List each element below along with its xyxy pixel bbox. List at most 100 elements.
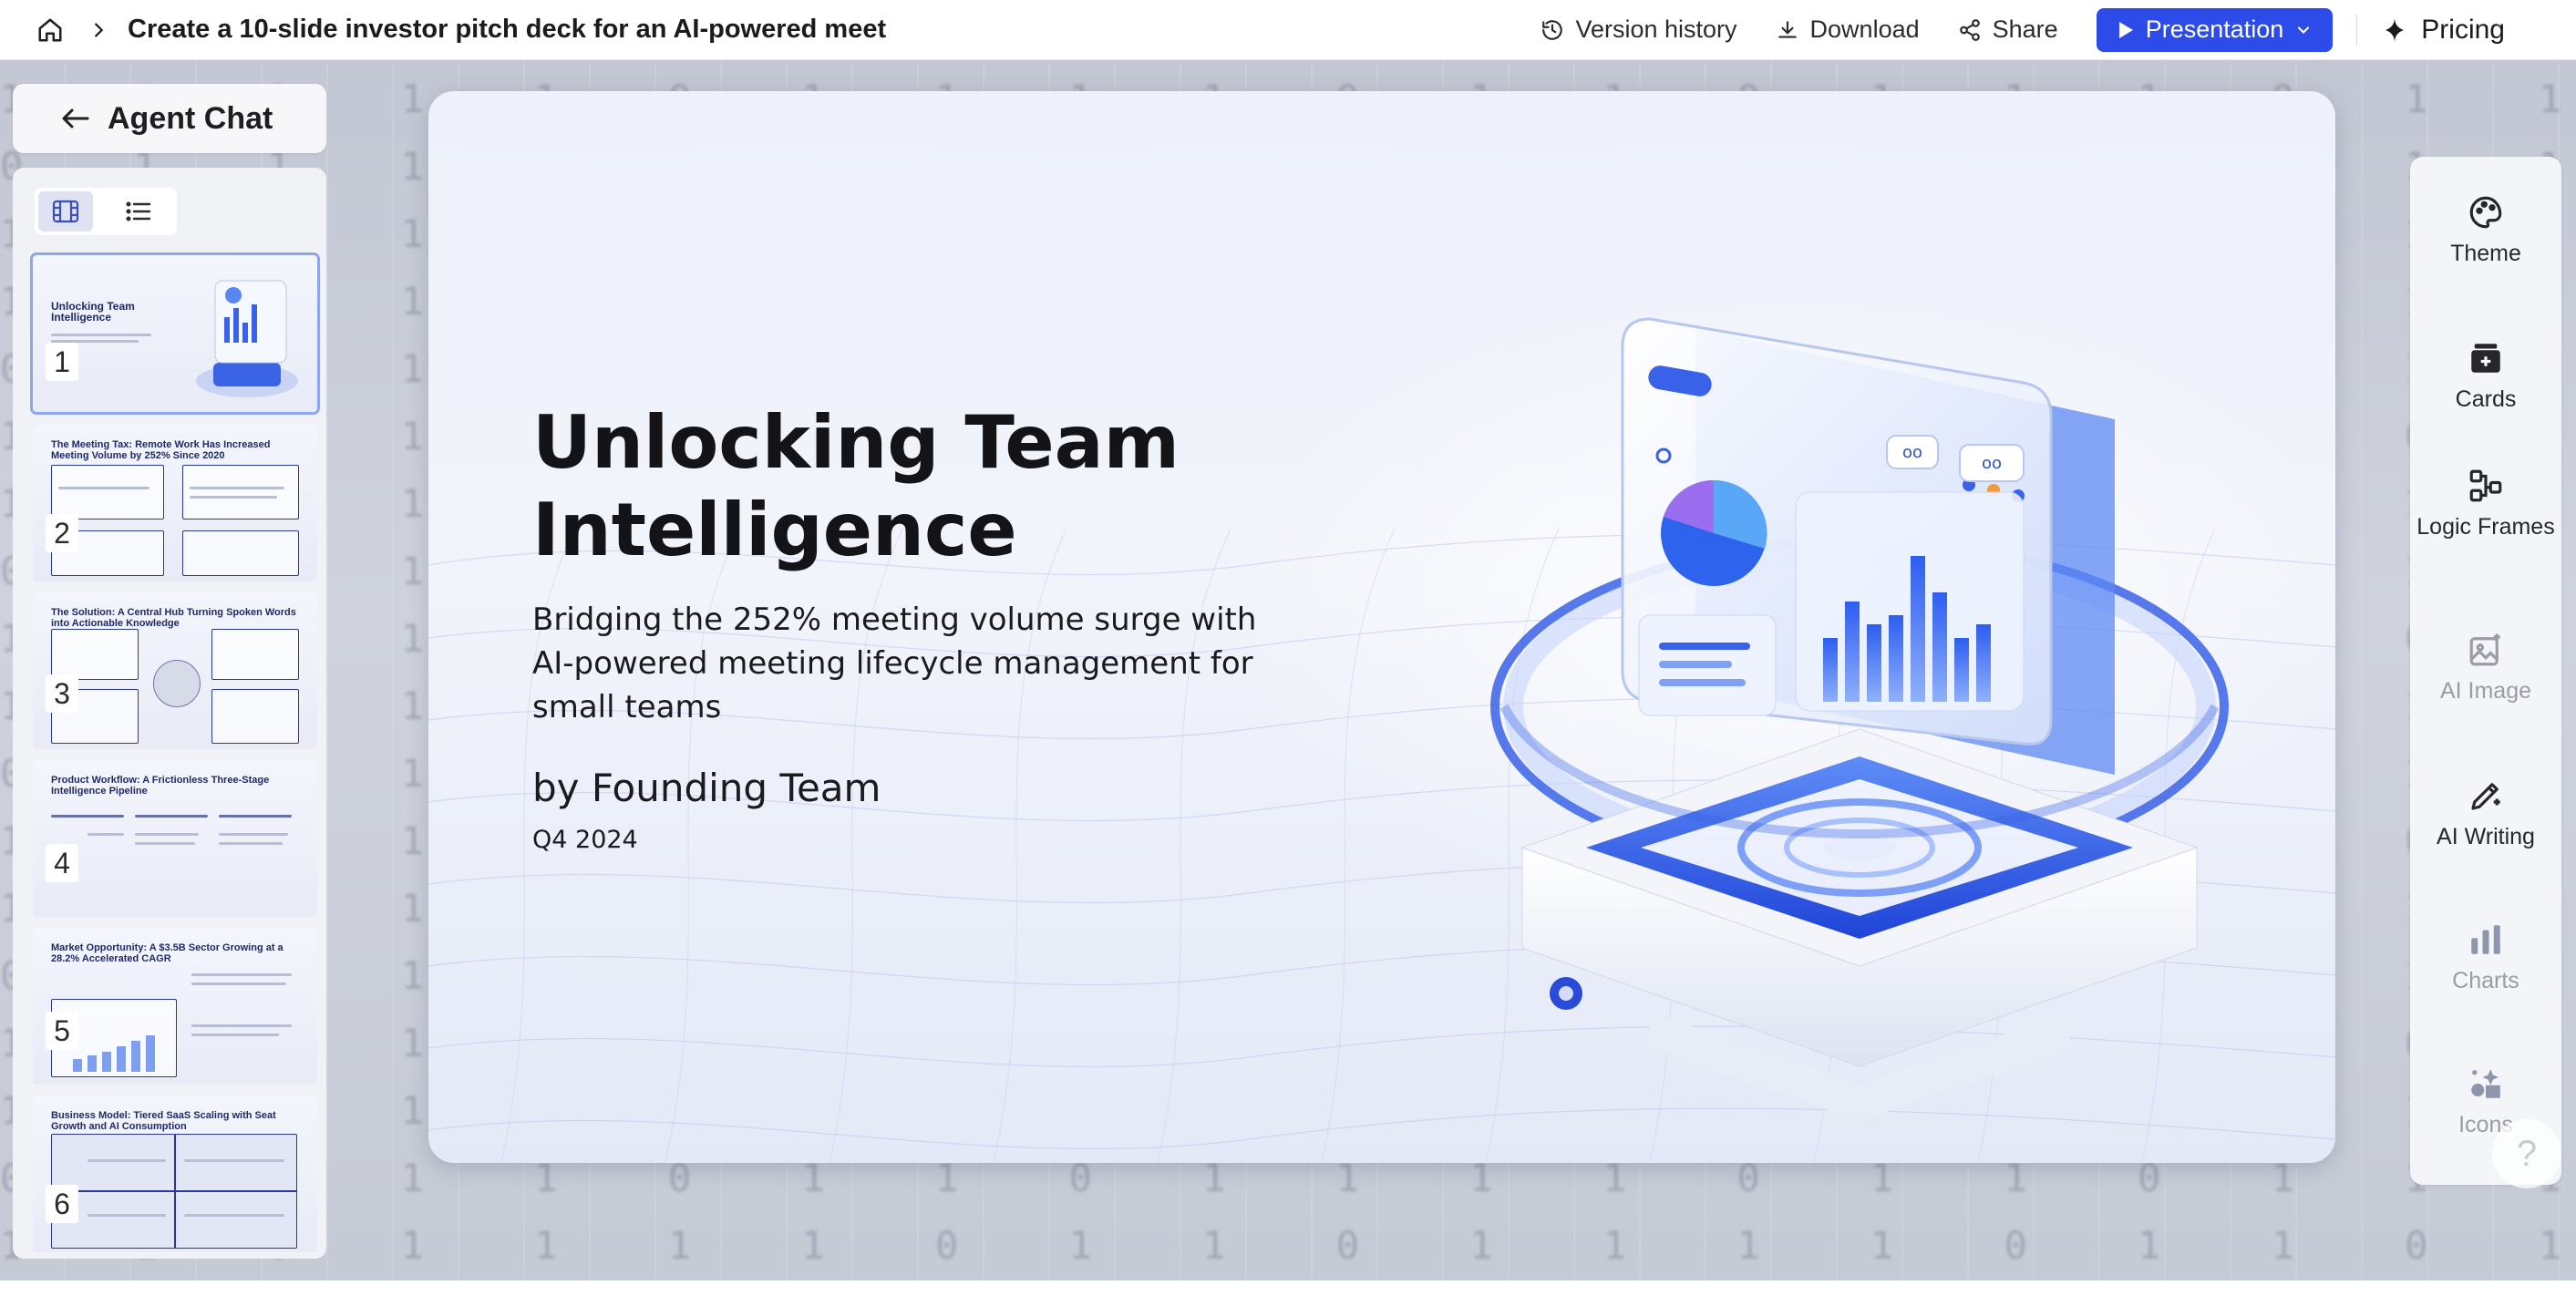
sparkle-icon (2385, 18, 2405, 41)
cards-icon (2471, 344, 2500, 373)
thumbnail-text-line (51, 815, 124, 818)
thumbnail-card (182, 530, 299, 576)
share-button[interactable]: Share (1958, 15, 2058, 44)
cards-tool[interactable]: Cards (2410, 339, 2561, 414)
thumbnail-text-line (184, 1214, 284, 1217)
thumbnail-number: 1 (46, 343, 78, 381)
slide-thumbnail-4[interactable]: Product Workflow: A Frictionless Three-S… (33, 760, 317, 917)
pricing-label: Pricing (2421, 14, 2505, 45)
svg-text:oo: oo (1902, 443, 1922, 462)
pricing-button[interactable]: Pricing (2381, 15, 2505, 46)
thumbnail-title: Product Workflow: A Frictionless Three-S… (51, 775, 270, 797)
home-icon[interactable] (35, 15, 66, 46)
theme-tool[interactable]: Theme (2410, 193, 2561, 268)
slide-thumbnail-1[interactable]: Unlocking Team Intelligence 1 (30, 252, 320, 415)
tools-rail: Theme Cards Logic Frames AI Image AI Wri… (2410, 157, 2561, 1185)
thumbnail-title: Unlocking Team Intelligence (51, 300, 135, 324)
palette-icon (2469, 196, 2502, 229)
bottom-edge (0, 1281, 2576, 1296)
thumbnail-text-line (219, 842, 283, 845)
thumbnail-title: The Meeting Tax: Remote Work Has Increas… (51, 439, 271, 461)
thumbnail-text-line (135, 833, 199, 836)
grid-view-icon (52, 200, 79, 223)
slide-byline[interactable]: by Founding Team (532, 766, 881, 810)
thumbnail-hub-circle (153, 660, 201, 707)
slide-title-line-2: Intelligence (532, 488, 1017, 572)
thumbnail-text-line (191, 973, 292, 976)
slide-title-line-1: Unlocking Team (532, 400, 1180, 485)
slide-thumbnail-3[interactable]: The Solution: A Central Hub Turning Spok… (33, 592, 317, 749)
thumbnail-text-line (88, 1214, 166, 1217)
thumbnail-number: 6 (46, 1185, 78, 1223)
thumbnail-text-line (88, 1159, 166, 1162)
thumbnail-text-line (135, 815, 208, 818)
version-history-button[interactable]: Version history (1540, 15, 1737, 44)
bar-chart-icon (2471, 925, 2500, 954)
ai-image-tool[interactable]: AI Image (2410, 631, 2561, 705)
slide-thumbnail-6[interactable]: Business Model: Tiered SaaS Scaling with… (33, 1095, 317, 1252)
thumbnail-title: Business Model: Tiered SaaS Scaling with… (51, 1110, 276, 1132)
hero-illustration-thumb (196, 280, 298, 397)
agent-chat-label: Agent Chat (108, 100, 273, 136)
arrow-left-icon (62, 108, 89, 129)
charts-label: Charts (2452, 968, 2519, 993)
thumbnail-text-line (58, 487, 149, 489)
slide-subtitle[interactable]: Bridging the 252% meeting volume surge w… (532, 598, 1298, 729)
thumbnail-number: 4 (46, 844, 78, 882)
document-title[interactable]: Create a 10-slide investor pitch deck fo… (128, 15, 886, 45)
share-label: Share (1992, 15, 2058, 43)
download-button[interactable]: Download (1776, 15, 1920, 44)
thumbnail-text-line (191, 1034, 279, 1036)
thumbnail-title: The Solution: A Central Hub Turning Spok… (51, 607, 296, 629)
icons-icon (2471, 1069, 2500, 1098)
slide-date[interactable]: Q4 2024 (532, 826, 638, 854)
download-icon (1777, 20, 1797, 38)
ai-writing-tool[interactable]: AI Writing (2410, 777, 2561, 851)
thumbnail-number: 3 (46, 674, 78, 713)
thumbnail-text-line (190, 487, 284, 489)
thumbnail-text-line (219, 815, 292, 818)
logic-frames-tool[interactable]: Logic Frames (2410, 467, 2561, 541)
thumbnail-table-divider (51, 1190, 297, 1192)
top-bar: Create a 10-slide investor pitch deck fo… (0, 0, 2576, 60)
thumbnail-text-line (88, 833, 124, 836)
toolbar-divider (2356, 14, 2358, 46)
thumbnail-text-line (190, 496, 277, 499)
ai-writing-icon (2471, 783, 2500, 810)
chevron-right-icon (86, 17, 111, 43)
download-label: Download (1809, 15, 1920, 43)
thumbnail-text-line (219, 833, 288, 836)
hero-illustration[interactable]: oo oo (1486, 210, 2233, 1121)
charts-tool[interactable]: Charts (2410, 921, 2561, 995)
thumbnail-card (211, 689, 299, 744)
help-button[interactable]: ? (2492, 1119, 2561, 1188)
play-icon (2118, 21, 2133, 38)
thumbnail-card (211, 629, 299, 680)
presentation-button[interactable]: Presentation (2096, 7, 2334, 52)
slide-thumbnail-2[interactable]: The Meeting Tax: Remote Work Has Increas… (33, 425, 317, 581)
cards-label: Cards (2455, 386, 2517, 412)
list-view-button[interactable] (111, 191, 166, 231)
thumbnail-card (51, 465, 164, 519)
thumbnail-bar-chart (73, 1035, 155, 1072)
presentation-label: Presentation (2145, 15, 2284, 43)
slide-title[interactable]: Unlocking Team Intelligence (532, 399, 1353, 574)
slide-canvas[interactable]: Unlocking Team Intelligence Bridging the… (428, 91, 2335, 1163)
thumbnail-text-line (184, 1159, 284, 1162)
slide-thumbnail-5[interactable]: Market Opportunity: A $3.5B Sector Growi… (33, 928, 317, 1085)
share-icon (1959, 18, 1980, 41)
grid-view-button[interactable] (38, 191, 93, 231)
breadcrumb: Create a 10-slide investor pitch deck fo… (0, 0, 886, 59)
ai-writing-label: AI Writing (2437, 824, 2535, 849)
thumbnail-text-line (51, 334, 151, 336)
slide-thumbnails-panel: Unlocking Team Intelligence 1 The Meetin… (13, 168, 326, 1259)
thumbnail-text-line (191, 1024, 292, 1027)
logic-frames-icon (2469, 469, 2502, 502)
thumbnail-text-line (191, 982, 286, 985)
thumbnail-card (51, 629, 139, 680)
chevron-down-icon (2298, 26, 2310, 34)
thumbnail-number: 5 (46, 1012, 78, 1050)
thumbnail-text-line (135, 842, 195, 845)
ai-image-label: AI Image (2439, 678, 2532, 704)
agent-chat-button[interactable]: Agent Chat (13, 84, 326, 153)
